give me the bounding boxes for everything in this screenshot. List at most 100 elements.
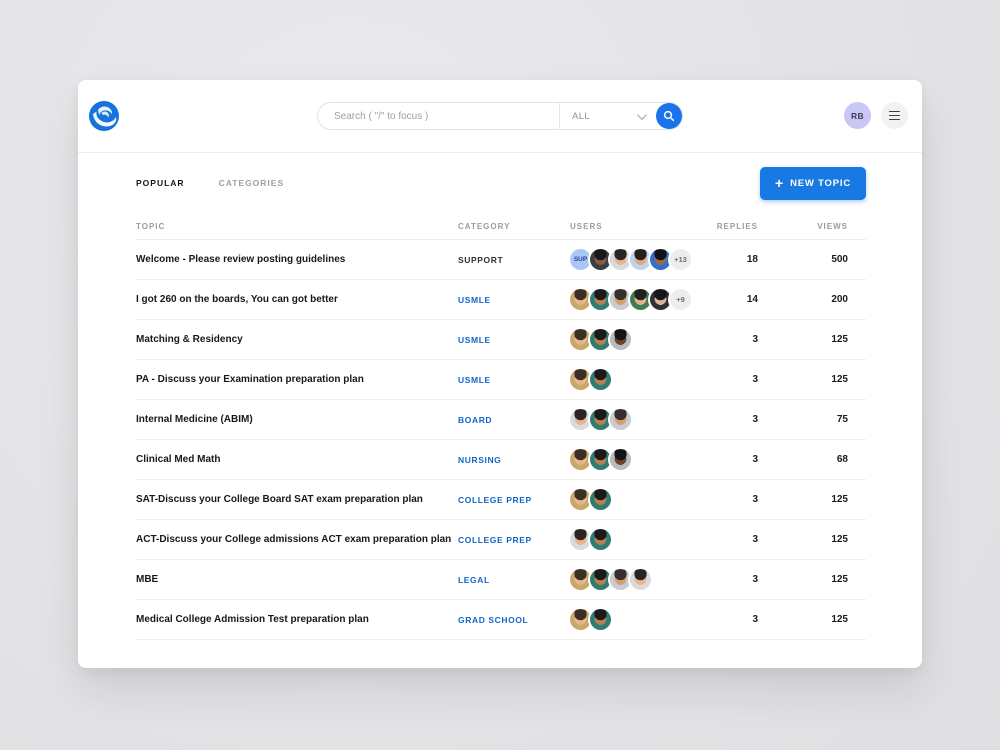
topic-title[interactable]: I got 260 on the boards, You can got bet… (136, 294, 458, 305)
topic-row[interactable]: PA - Discuss your Examination preparatio… (136, 360, 866, 400)
user-photo-avatar[interactable] (570, 609, 591, 630)
tab-popular[interactable]: POPULAR (136, 178, 185, 188)
plus-icon: + (774, 175, 784, 191)
topic-row[interactable]: SAT-Discuss your College Board SAT exam … (136, 480, 866, 520)
topic-row[interactable]: Welcome - Please review posting guidelin… (136, 240, 866, 280)
user-photo-avatar[interactable] (590, 449, 611, 470)
user-photo-avatar[interactable] (650, 249, 671, 270)
topic-title[interactable]: Medical College Admission Test preparati… (136, 614, 458, 625)
users-cell (570, 489, 686, 510)
views-count: 500 (831, 254, 848, 265)
user-photo-avatar[interactable] (610, 249, 631, 270)
topic-row[interactable]: I got 260 on the boards, You can got bet… (136, 280, 866, 320)
user-photo-avatar[interactable] (610, 449, 631, 470)
menu-button[interactable] (881, 102, 908, 129)
user-photo-avatar[interactable] (630, 249, 651, 270)
category-tag[interactable]: SUPPORT (458, 255, 570, 265)
search-button[interactable] (656, 103, 682, 129)
category-tag[interactable]: USMLE (458, 335, 570, 345)
new-topic-button[interactable]: + NEW TOPIC (759, 166, 866, 200)
hamburger-icon (889, 110, 900, 121)
replies-count: 3 (752, 614, 758, 625)
user-photo-avatar[interactable] (610, 329, 631, 350)
user-photo-avatar[interactable] (570, 289, 591, 310)
topics-table: TOPIC CATEGORY USERS REPLIES VIEWS Welco… (136, 213, 866, 640)
user-photo-avatar[interactable] (590, 529, 611, 550)
topic-row[interactable]: Medical College Admission Test preparati… (136, 600, 866, 640)
app-header: ALL RB (78, 80, 922, 153)
user-photo-avatar[interactable] (590, 489, 611, 510)
views-count: 125 (831, 334, 848, 345)
user-photo-avatar[interactable] (610, 289, 631, 310)
user-photo-avatar[interactable] (590, 289, 611, 310)
replies-count: 3 (752, 494, 758, 505)
column-category: CATEGORY (458, 221, 511, 231)
forum-logo-icon[interactable] (89, 101, 119, 131)
search-filter-dropdown[interactable]: ALL (560, 103, 656, 129)
user-photo-avatar[interactable] (630, 289, 651, 310)
topic-title[interactable]: ACT-Discuss your College admissions ACT … (136, 534, 458, 545)
user-photo-avatar[interactable] (590, 249, 611, 270)
user-photo-avatar[interactable] (570, 569, 591, 590)
tab-categories[interactable]: CATEGORIES (219, 178, 285, 188)
replies-count: 3 (752, 414, 758, 425)
search-bar: ALL (317, 102, 683, 130)
user-photo-avatar[interactable] (570, 489, 591, 510)
topic-title[interactable]: PA - Discuss your Examination preparatio… (136, 374, 458, 385)
user-photo-avatar[interactable] (590, 609, 611, 630)
user-photo-avatar[interactable] (570, 369, 591, 390)
topic-title[interactable]: Internal Medicine (ABIM) (136, 414, 458, 425)
topic-row[interactable]: Internal Medicine (ABIM) BOARD 3 75 (136, 400, 866, 440)
user-photo-avatar[interactable] (610, 569, 631, 590)
topic-title[interactable]: Welcome - Please review posting guidelin… (136, 254, 458, 265)
new-topic-label: NEW TOPIC (790, 177, 851, 189)
column-users: USERS (570, 221, 603, 231)
user-photo-avatar[interactable] (590, 409, 611, 430)
category-tag[interactable]: GRAD SCHOOL (458, 615, 570, 625)
topic-row[interactable]: Matching & Residency USMLE 3 125 (136, 320, 866, 360)
users-cell (570, 369, 686, 390)
topic-row[interactable]: Clinical Med Math NURSING 3 68 (136, 440, 866, 480)
topic-title[interactable]: Matching & Residency (136, 334, 458, 345)
user-photo-avatar[interactable] (590, 569, 611, 590)
topic-table-body: Welcome - Please review posting guidelin… (136, 240, 866, 640)
category-tag[interactable]: COLLEGE PREP (458, 535, 570, 545)
user-photo-avatar[interactable] (650, 289, 671, 310)
views-count: 125 (831, 574, 848, 585)
category-tag[interactable]: USMLE (458, 375, 570, 385)
search-input[interactable] (318, 104, 559, 128)
user-photo-avatar[interactable] (630, 569, 651, 590)
user-photo-avatar[interactable] (590, 329, 611, 350)
user-photo-avatar[interactable] (570, 449, 591, 470)
user-photo-avatar[interactable] (570, 329, 591, 350)
users-cell (570, 529, 686, 550)
replies-count: 18 (746, 254, 758, 265)
users-cell: +9 (570, 289, 691, 310)
category-tag[interactable]: NURSING (458, 455, 570, 465)
topic-title[interactable]: SAT-Discuss your College Board SAT exam … (136, 494, 458, 505)
views-count: 125 (831, 534, 848, 545)
views-count: 200 (831, 294, 848, 305)
views-count: 125 (831, 374, 848, 385)
users-cell (570, 409, 686, 430)
topic-row[interactable]: ACT-Discuss your College admissions ACT … (136, 520, 866, 560)
topic-row[interactable]: MBE LEGAL 3 125 (136, 560, 866, 600)
table-header: TOPIC CATEGORY USERS REPLIES VIEWS (136, 213, 866, 240)
search-icon (663, 110, 675, 122)
category-tag[interactable]: COLLEGE PREP (458, 495, 570, 505)
users-cell (570, 569, 686, 590)
user-avatar-badge[interactable]: RB (844, 102, 871, 129)
views-count: 125 (831, 614, 848, 625)
user-photo-avatar[interactable] (590, 369, 611, 390)
category-tag[interactable]: BOARD (458, 415, 570, 425)
user-photo-avatar[interactable] (570, 409, 591, 430)
category-tag[interactable]: LEGAL (458, 575, 570, 585)
group-badge-avatar[interactable]: SUP (570, 249, 591, 270)
column-views: VIEWS (817, 221, 848, 231)
user-photo-avatar[interactable] (610, 409, 631, 430)
chevron-down-icon (636, 109, 647, 120)
topic-title[interactable]: Clinical Med Math (136, 454, 458, 465)
topic-title[interactable]: MBE (136, 574, 458, 585)
user-photo-avatar[interactable] (570, 529, 591, 550)
category-tag[interactable]: USMLE (458, 295, 570, 305)
